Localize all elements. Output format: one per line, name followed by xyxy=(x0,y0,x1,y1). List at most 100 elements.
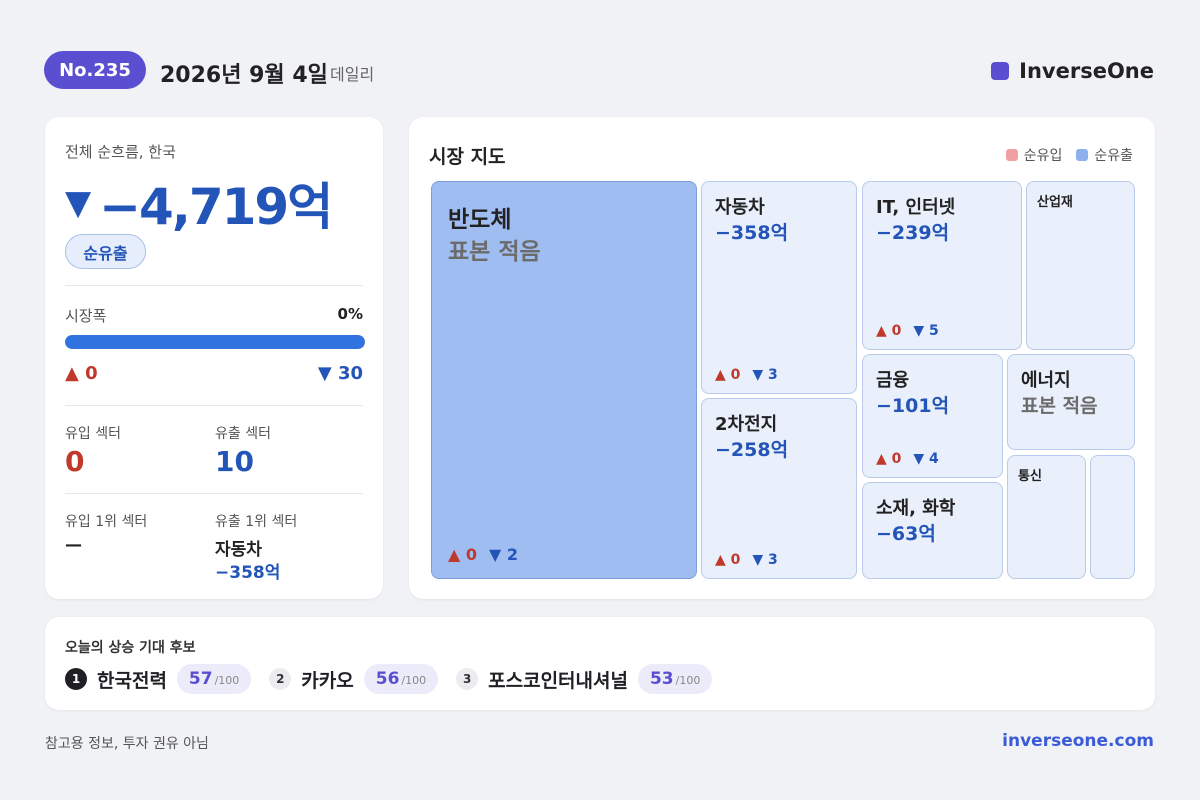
sector-value: −101억 xyxy=(876,395,950,417)
legend-inflow: 순유입 xyxy=(1005,145,1063,165)
sector-tile-auto[interactable]: 자동차 −358억 ▲ 0 ▼ 3 xyxy=(701,181,857,394)
breadth-value: 0% xyxy=(337,305,363,323)
sector-down-count: ▼ 2 xyxy=(489,545,519,564)
market-map-title: 시장 지도 xyxy=(429,146,506,168)
sector-name: 에너지 xyxy=(1021,370,1071,391)
sector-tile-energy[interactable]: 에너지 표본 적음 xyxy=(1007,354,1135,450)
sector-name: 반도체 xyxy=(448,207,512,233)
summary-label: 전체 순흐름, 한국 xyxy=(65,143,176,161)
sector-value: −239억 xyxy=(876,222,950,244)
market-map-card: 시장 지도 순유입 순유출 반도체 표본 적음 ▲ 0 ▼ 2 자동차 −358… xyxy=(409,117,1155,599)
rank-badge: 3 xyxy=(456,668,479,690)
rank-badge: 1 xyxy=(65,668,87,690)
sector-value: −258억 xyxy=(715,439,789,461)
score-pill: 56 /100 xyxy=(363,664,439,694)
down-arrow-icon: ▼ xyxy=(65,183,91,223)
sector-name: 2차전지 xyxy=(715,414,778,435)
candidate-item[interactable]: 3 포스코인터내셔널 53 /100 xyxy=(456,664,713,694)
sector-up-count: ▲ 0 xyxy=(715,552,741,568)
sector-counts: ▲ 0 ▼ 4 xyxy=(876,451,939,467)
breadth-label: 시장폭 xyxy=(65,307,107,325)
legend-inflow-label: 순유입 xyxy=(1023,148,1063,164)
decliners-count: ▼ 30 xyxy=(317,363,363,384)
sector-tile-unlabeled[interactable] xyxy=(1090,455,1135,579)
legend-outflow-swatch xyxy=(1076,149,1089,161)
sector-value: 표본 적음 xyxy=(1021,395,1098,417)
candidate-item[interactable]: 1 한국전력 57 /100 xyxy=(65,664,252,694)
divider xyxy=(65,493,363,494)
top-inflow-label: 유입 1위 섹터 xyxy=(65,514,148,530)
divider xyxy=(65,405,363,406)
disclaimer: 참고용 정보, 투자 권유 아님 xyxy=(45,736,209,752)
legend-inflow-swatch xyxy=(1005,149,1018,161)
brand-name: InverseOne xyxy=(1019,59,1154,83)
sector-down-count: ▼ 3 xyxy=(752,552,778,568)
sector-name: 금융 xyxy=(876,370,910,391)
candidate-name: 카카오 xyxy=(301,669,354,692)
score-max: /100 xyxy=(401,674,427,687)
sector-name: IT, 인터넷 xyxy=(876,197,956,218)
breadth-bar-fill xyxy=(65,335,365,349)
sector-down-count: ▼ 4 xyxy=(913,451,939,467)
top-outflow-sector: 자동차 xyxy=(215,540,262,560)
flow-direction-badge: 순유출 xyxy=(65,234,146,269)
advancers-count: ▲ 0 xyxy=(65,363,98,384)
sector-name: 통신 xyxy=(1018,469,1042,484)
sector-counts: ▲ 0 ▼ 3 xyxy=(715,367,778,383)
page-date: 2026년 9월 4일 xyxy=(160,63,328,88)
score-pill: 57 /100 xyxy=(176,664,252,694)
inflow-sectors-label: 유입 섹터 xyxy=(65,426,121,442)
top-outflow-label: 유출 1위 섹터 xyxy=(215,514,298,530)
site-link[interactable]: inverseone.com xyxy=(1002,731,1154,751)
sector-up-count: ▲ 0 xyxy=(448,545,478,564)
sector-tile-industrials[interactable]: 산업재 xyxy=(1026,181,1135,350)
sector-name: 산업재 xyxy=(1037,195,1073,210)
sector-up-count: ▲ 0 xyxy=(876,323,902,339)
outflow-sectors-label: 유출 섹터 xyxy=(215,426,271,442)
sector-up-count: ▲ 0 xyxy=(876,451,902,467)
candidate-score: 56 xyxy=(375,669,400,689)
sector-name: 소재, 화학 xyxy=(876,498,956,519)
sector-value: 표본 적음 xyxy=(448,239,541,265)
legend-outflow: 순유출 xyxy=(1076,145,1133,165)
sector-counts: ▲ 0 ▼ 3 xyxy=(715,552,778,568)
sector-down-count: ▼ 3 xyxy=(752,367,778,383)
sector-tile-it-internet[interactable]: IT, 인터넷 −239억 ▲ 0 ▼ 5 xyxy=(862,181,1022,350)
sector-name: 자동차 xyxy=(715,197,765,218)
candidate-score: 57 xyxy=(188,669,213,689)
map-legend: 순유입 순유출 xyxy=(992,145,1133,165)
candidate-score: 53 xyxy=(649,669,674,689)
score-max: /100 xyxy=(214,674,240,687)
sector-counts: ▲ 0 ▼ 2 xyxy=(448,545,518,564)
sector-value: −358억 xyxy=(715,222,789,244)
issue-badge: No.235 xyxy=(44,51,146,89)
sector-tile-battery[interactable]: 2차전지 −258억 ▲ 0 ▼ 3 xyxy=(701,398,857,579)
sector-counts: ▲ 0 ▼ 5 xyxy=(876,323,939,339)
brand[interactable]: InverseOne xyxy=(991,59,1154,83)
inflow-sectors-count: 0 xyxy=(65,445,85,478)
sector-up-count: ▲ 0 xyxy=(715,367,741,383)
candidates-card: 오늘의 상승 기대 후보 1 한국전력 57 /100 2 카카오 56 /10… xyxy=(45,617,1155,710)
brand-logo-icon xyxy=(991,62,1010,80)
breadth-bar xyxy=(65,335,365,349)
summary-card: 전체 순흐름, 한국 ▼ −4,719억 순유출 시장폭 0% ▲ 0 ▼ 30… xyxy=(45,117,383,599)
score-pill: 53 /100 xyxy=(637,664,713,694)
sector-tile-finance[interactable]: 금융 −101억 ▲ 0 ▼ 4 xyxy=(862,354,1003,478)
candidates-title: 오늘의 상승 기대 후보 xyxy=(65,640,196,656)
sector-tile-telecom[interactable]: 통신 xyxy=(1007,455,1086,579)
score-max: /100 xyxy=(675,674,701,687)
divider xyxy=(65,285,363,286)
net-flow-amount: −4,719억 xyxy=(99,178,333,236)
sector-tile-semiconductors[interactable]: 반도체 표본 적음 ▲ 0 ▼ 2 xyxy=(431,181,697,579)
net-flow-value: ▼ −4,719억 xyxy=(65,167,333,239)
report-type: 데일리 xyxy=(330,65,375,84)
outflow-sectors-count: 10 xyxy=(215,445,254,478)
sector-tile-materials-chemicals[interactable]: 소재, 화학 −63억 xyxy=(862,482,1003,579)
candidate-name: 한국전력 xyxy=(97,669,167,692)
candidate-name: 포스코인터내셔널 xyxy=(488,669,628,692)
candidate-item[interactable]: 2 카카오 56 /100 xyxy=(269,664,439,694)
top-inflow-sector: — xyxy=(65,535,82,555)
sector-value: −63억 xyxy=(876,523,936,545)
candidates-list: 1 한국전력 57 /100 2 카카오 56 /100 3 포스코인터내셔널 … xyxy=(65,664,730,694)
sector-down-count: ▼ 5 xyxy=(913,323,939,339)
